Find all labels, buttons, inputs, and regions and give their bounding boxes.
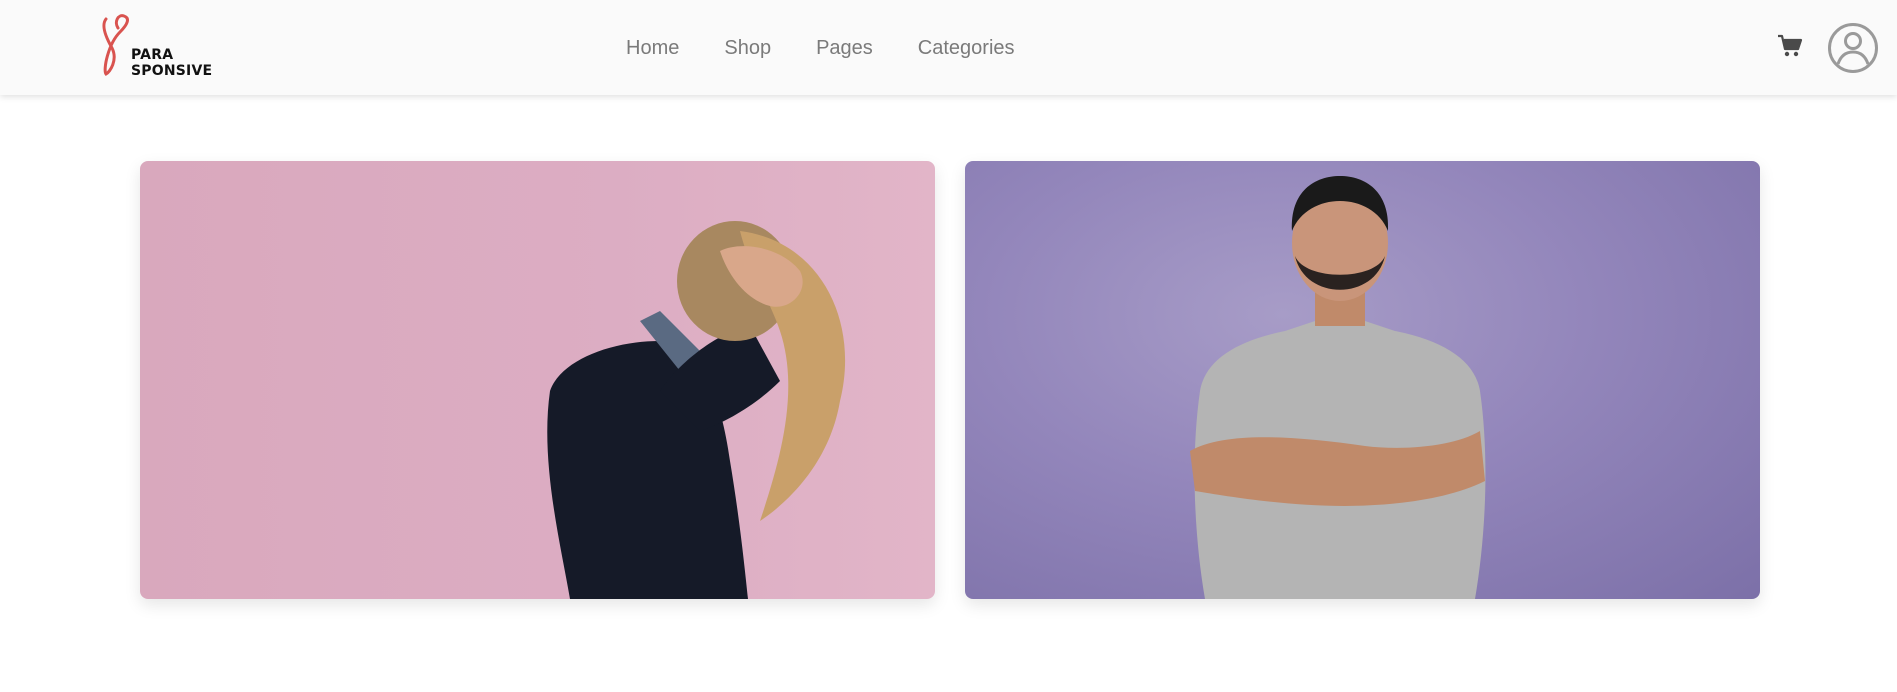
brand-name: PARA SPONSIVE bbox=[131, 47, 212, 79]
woman-photo-illustration bbox=[547, 221, 846, 599]
shopping-cart-icon[interactable] bbox=[1777, 34, 1803, 58]
brand-line-1: PARA bbox=[131, 47, 174, 63]
user-circle-icon[interactable] bbox=[1827, 22, 1879, 74]
card-image-woman[interactable] bbox=[140, 161, 935, 599]
main-nav: Home Shop Pages Categories bbox=[626, 36, 1060, 60]
hero-cards bbox=[140, 161, 1760, 599]
man-photo-illustration bbox=[1190, 176, 1486, 599]
brand-line-2: SPONSIVE bbox=[131, 63, 213, 79]
nav-pages[interactable]: Pages bbox=[816, 36, 873, 60]
brand-logo[interactable]: PARA SPONSIVE bbox=[100, 14, 212, 80]
nav-shop[interactable]: Shop bbox=[724, 36, 771, 60]
nav-home[interactable]: Home bbox=[626, 36, 679, 60]
card-image-man[interactable] bbox=[965, 161, 1760, 599]
nav-categories[interactable]: Categories bbox=[918, 36, 1015, 60]
top-navbar: PARA SPONSIVE Home Shop Pages Categories bbox=[0, 0, 1897, 95]
